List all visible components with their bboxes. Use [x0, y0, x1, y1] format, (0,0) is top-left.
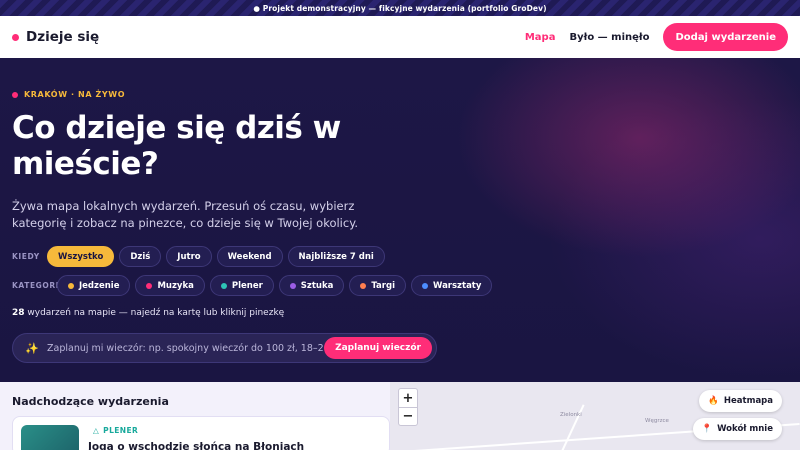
logo-dot-icon: [12, 33, 19, 41]
event-thumbnail: [21, 425, 79, 450]
when-chip-tomorrow[interactable]: Jutro: [166, 246, 212, 267]
hero: KRAKÓW · NA ŻYWO Co dzieje się dziś w mi…: [0, 58, 800, 382]
category-chip-food[interactable]: Jedzenie: [57, 275, 131, 296]
category-dot-icon: [289, 282, 296, 289]
category-dot-icon: [146, 282, 153, 289]
planner-input[interactable]: [47, 342, 325, 354]
event-category-label: PLENER: [103, 426, 139, 435]
map-place-label: Zielonki: [560, 412, 582, 418]
zoom-out-button[interactable]: −: [399, 407, 417, 425]
location-pin-icon: 📍: [701, 424, 713, 434]
main-nav: Mapa Było — minęło Dodaj wydarzenie: [525, 23, 788, 51]
demo-banner: ● Projekt demonstracyjny — fikcyjne wyda…: [0, 0, 800, 16]
event-count: 28 wydarzeń na mapie — najedź na kartę l…: [12, 308, 284, 318]
category-chip-label: Sztuka: [300, 280, 334, 291]
plan-evening-button[interactable]: Zaplanuj wieczór: [324, 337, 432, 359]
category-filter-row: KATEGORIA Jedzenie Muzyka Plener Sztuka …: [12, 275, 497, 296]
evening-planner: ✨ Zaplanuj wieczór: [12, 333, 437, 363]
map-place-label: Węgrzce: [645, 418, 669, 424]
nav-link-past[interactable]: Było — minęło: [569, 32, 649, 43]
category-chip-label: Targi: [371, 280, 395, 291]
zoom-control: + −: [398, 388, 418, 426]
event-title: Joga o wschodzie słońca na Błoniach: [88, 441, 305, 450]
zoom-in-button[interactable]: +: [399, 389, 417, 407]
top-header: Dzieje się Mapa Było — minęło Dodaj wyda…: [0, 16, 800, 58]
page-title: Co dzieje się dziś w mieście?: [12, 110, 341, 182]
events-map[interactable]: Zielonki Węgrzce + − 🔥 Heatmapa 📍 Wokół …: [390, 382, 800, 450]
category-chip-outdoor[interactable]: Plener: [209, 275, 274, 296]
when-chip-today[interactable]: Dziś: [119, 246, 162, 267]
category-chip-label: Plener: [231, 280, 263, 291]
category-chip-fairs[interactable]: Targi: [349, 275, 406, 296]
events-list-panel: Nadchodzące wydarzenia △ PLENER Joga o w…: [0, 382, 390, 450]
category-dot-icon: [220, 282, 227, 289]
demo-banner-text: ● Projekt demonstracyjny — fikcyjne wyda…: [253, 3, 547, 13]
event-card[interactable]: △ PLENER Joga o wschodzie słońca na Błon…: [12, 416, 390, 450]
category-dot-icon: [68, 282, 74, 289]
event-category: △ PLENER: [93, 426, 138, 435]
hero-kicker: KRAKÓW · NA ŻYWO: [12, 90, 125, 99]
nav-link-map[interactable]: Mapa: [525, 32, 556, 43]
live-dot-icon: [12, 91, 18, 98]
category-chip-workshops[interactable]: Warsztaty: [411, 275, 493, 296]
when-chip-next-7-days[interactable]: Najbliższe 7 dni: [287, 246, 385, 267]
event-count-number: 28: [12, 308, 25, 318]
category-chip-label: Warsztaty: [433, 280, 482, 291]
category-chip-label: Muzyka: [157, 280, 194, 291]
category-label: KATEGORIA: [12, 281, 66, 290]
category-chip-music[interactable]: Muzyka: [135, 275, 205, 296]
add-event-button[interactable]: Dodaj wydarzenie: [663, 23, 788, 51]
logo-text: Dzieje się: [26, 29, 100, 45]
outdoor-icon: △: [93, 426, 100, 435]
near-me-label: Wokół mnie: [717, 424, 773, 434]
heatmap-label: Heatmapa: [723, 396, 773, 406]
hero-description: Żywa mapa lokalnych wydarzeń. Przesuń oś…: [12, 199, 359, 230]
near-me-button[interactable]: 📍 Wokół mnie: [692, 418, 782, 440]
category-chip-art[interactable]: Sztuka: [278, 275, 345, 296]
heatmap-button[interactable]: 🔥 Heatmapa: [699, 390, 782, 412]
when-label: KIEDY: [12, 252, 40, 261]
kicker-text: KRAKÓW · NA ŻYWO: [24, 90, 126, 99]
flame-icon: 🔥: [708, 396, 719, 406]
category-dot-icon: [360, 282, 367, 289]
when-chip-weekend[interactable]: Weekend: [216, 246, 283, 267]
when-filter-row: KIEDY Wszystko Dziś Jutro Weekend Najbli…: [12, 246, 390, 267]
sparkles-icon: ✨: [25, 341, 39, 355]
category-dot-icon: [422, 282, 428, 289]
logo[interactable]: Dzieje się: [12, 29, 99, 45]
event-count-text: wydarzeń na mapie — najedź na kartę lub …: [24, 308, 285, 318]
category-chip-label: Jedzenie: [79, 280, 120, 291]
when-chip-all[interactable]: Wszystko: [47, 246, 115, 267]
events-list-title: Nadchodzące wydarzenia: [12, 395, 169, 408]
